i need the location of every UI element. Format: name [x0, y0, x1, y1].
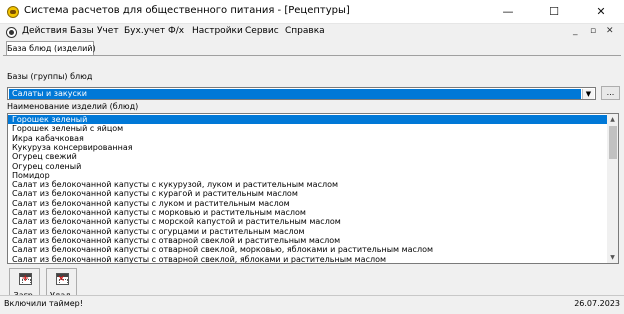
menu-settings[interactable]: Настройки	[192, 26, 243, 36]
menu-help[interactable]: Справка	[285, 26, 325, 36]
mdi-restore-button[interactable]: ▫	[590, 26, 596, 36]
list-item[interactable]: Салат из белокочанной капусты с курагой …	[8, 189, 607, 198]
minimize-button[interactable]: —	[485, 0, 531, 24]
title-bar: Система расчетов для общественного питан…	[0, 0, 624, 24]
list-item[interactable]: Салат из белокочанной капусты с луком и …	[8, 199, 607, 208]
list-item[interactable]: Огурец соленый	[8, 162, 607, 171]
list-item[interactable]: Салат из белокочанной капусты с отварной…	[8, 245, 607, 254]
groups-select-value: Салаты и закуски	[9, 89, 581, 99]
list-item[interactable]: Огурец свежий	[8, 152, 607, 161]
status-bar: Включили таймер! 26.07.2023	[0, 295, 624, 314]
tab-content: Базы (группы) блюд Салаты и закуски ▼ ..…	[3, 55, 621, 302]
list-item[interactable]: Икра кабачковая	[8, 134, 607, 143]
list-scrollbar[interactable]: ▲ ▼	[607, 114, 618, 263]
menu-bookkeeping[interactable]: Бух.учет	[124, 26, 165, 36]
status-message: Включили таймер!	[4, 299, 83, 308]
table-add-icon: +	[19, 273, 32, 285]
menu-finance[interactable]: Ф/х	[168, 26, 184, 36]
window-title: Система расчетов для общественного питан…	[24, 5, 350, 16]
list-item[interactable]: Салат из белокочанной капусты с кукурузо…	[8, 180, 607, 189]
list-item[interactable]: Салат из белокочанной капусты с отварной…	[8, 255, 607, 264]
recipes-panel: База блюд (изделий) Базы (группы) блюд С…	[3, 41, 621, 302]
menu-service[interactable]: Сервис	[245, 26, 279, 36]
menu-databases[interactable]: Базы	[70, 26, 94, 36]
groups-browse-button[interactable]: ...	[601, 86, 620, 100]
status-date: 26.07.2023	[574, 299, 620, 308]
chevron-down-icon[interactable]: ▼	[582, 89, 594, 99]
list-item[interactable]: Помидор	[8, 171, 607, 180]
groups-select[interactable]: Салаты и закуски ▼	[7, 87, 596, 100]
menu-actions[interactable]: Действия	[22, 26, 67, 36]
list-item[interactable]: Салат из белокочанной капусты с морской …	[8, 217, 607, 226]
menu-accounting[interactable]: Учет	[97, 26, 119, 36]
scroll-up-icon[interactable]: ▲	[607, 114, 618, 125]
mdi-minimize-button[interactable]: _	[573, 26, 578, 36]
menu-bar: Действия Базы Учет Бух.учет Ф/х Настройк…	[0, 24, 624, 41]
app-icon	[7, 6, 19, 18]
system-menu-icon[interactable]	[6, 27, 17, 38]
groups-label: Базы (группы) блюд	[7, 72, 93, 81]
mdi-close-button[interactable]: ✕	[606, 26, 614, 36]
items-label: Наименование изделий (блюд)	[7, 102, 139, 111]
table-delete-icon: ×	[56, 273, 69, 285]
list-item[interactable]: Горошек зеленый	[8, 115, 607, 124]
list-item[interactable]: Салат из белокочанной капусты с огурцами…	[8, 227, 607, 236]
dishes-list[interactable]: Горошек зеленый Горошек зеленый с яйцом Ик…	[7, 113, 619, 264]
close-button[interactable]: ✕	[578, 0, 624, 24]
tab-dishes-database[interactable]: База блюд (изделий)	[6, 41, 96, 56]
scroll-thumb[interactable]	[609, 126, 617, 159]
list-item[interactable]: Салат из белокочанной капусты с отварной…	[8, 236, 607, 245]
scroll-down-icon[interactable]: ▼	[607, 252, 618, 263]
list-item[interactable]: Салат из белокочанной капусты с морковью…	[8, 208, 607, 217]
list-item[interactable]: Горошек зеленый с яйцом	[8, 124, 607, 133]
maximize-button[interactable]: ☐	[531, 0, 577, 24]
list-item[interactable]: Кукуруза консервированная	[8, 143, 607, 152]
